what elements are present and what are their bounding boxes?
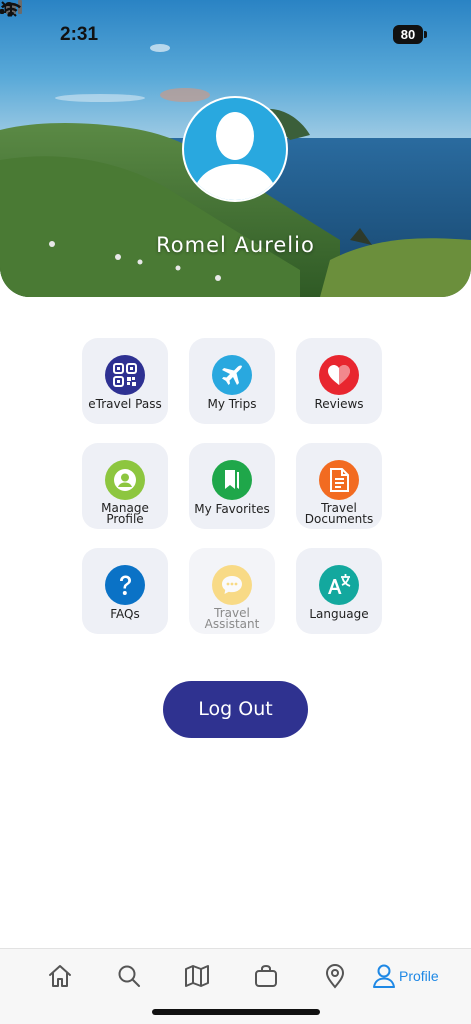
user-icon [105, 460, 145, 500]
menu-tile-language[interactable]: Language [296, 548, 382, 634]
menu-label-line: Documents [304, 512, 374, 526]
document-icon [319, 460, 359, 500]
menu-tile-manage-profile[interactable]: Manage Profile [82, 443, 168, 529]
battery-indicator: 80 [393, 25, 427, 44]
menu-tile-travel-documents[interactable]: Travel Documents [296, 443, 382, 529]
menu-label: Travel Assistant [191, 607, 273, 631]
profile-icon [373, 964, 395, 988]
menu-label: Travel Documents [298, 502, 380, 526]
avatar[interactable] [182, 96, 288, 202]
menu-label: Manage Profile [84, 502, 166, 526]
menu-label: My Favorites [194, 502, 270, 516]
home-icon [49, 965, 71, 987]
location-pin-icon [325, 963, 345, 989]
menu-tile-travel-assistant[interactable]: Travel Assistant [189, 548, 275, 634]
search-icon [118, 965, 140, 987]
wifi-icon [1, 2, 21, 17]
menu-tile-my-trips[interactable]: My Trips [189, 338, 275, 424]
nav-search[interactable] [116, 963, 142, 993]
battery-level: 80 [393, 25, 423, 44]
home-indicator[interactable] [152, 1009, 320, 1015]
chat-icon [212, 565, 252, 605]
menu-tile-my-favorites[interactable]: My Favorites [189, 443, 275, 529]
profile-name: Romel Aurelio [156, 233, 315, 257]
map-icon [185, 965, 209, 987]
qr-code-icon [105, 355, 145, 395]
menu-label: Reviews [314, 397, 364, 411]
battery-tip [424, 31, 427, 38]
question-icon [105, 565, 145, 605]
nav-bag[interactable] [253, 963, 279, 993]
menu-tile-etravel-pass[interactable]: eTravel Pass [82, 338, 168, 424]
airplane-icon [212, 355, 252, 395]
profile-header-banner: 2:31 80 Romel Aurelio [0, 0, 471, 297]
logout-button[interactable]: Log Out [163, 681, 308, 738]
nav-home[interactable] [47, 963, 73, 993]
status-time: 2:31 [60, 24, 99, 45]
nav-profile[interactable]: Profile [371, 963, 471, 993]
menu-label: FAQs [110, 607, 140, 621]
menu-label: My Trips [207, 397, 257, 411]
bookmark-icon [212, 460, 252, 500]
nav-location[interactable] [322, 963, 348, 993]
nav-map[interactable] [184, 963, 210, 993]
status-bar: 2:31 80 [0, 0, 471, 70]
user-silhouette-icon [192, 112, 278, 200]
menu-label: Language [309, 607, 369, 621]
menu-tile-faqs[interactable]: FAQs [82, 548, 168, 634]
nav-profile-label: Profile [399, 968, 439, 984]
menu-label: eTravel Pass [88, 397, 162, 411]
heart-icon [319, 355, 359, 395]
translate-icon [319, 565, 359, 605]
bag-icon [255, 964, 277, 987]
menu-label-line: Profile [106, 512, 144, 526]
menu-tile-reviews[interactable]: Reviews [296, 338, 382, 424]
menu-label-line: Assistant [204, 617, 260, 631]
